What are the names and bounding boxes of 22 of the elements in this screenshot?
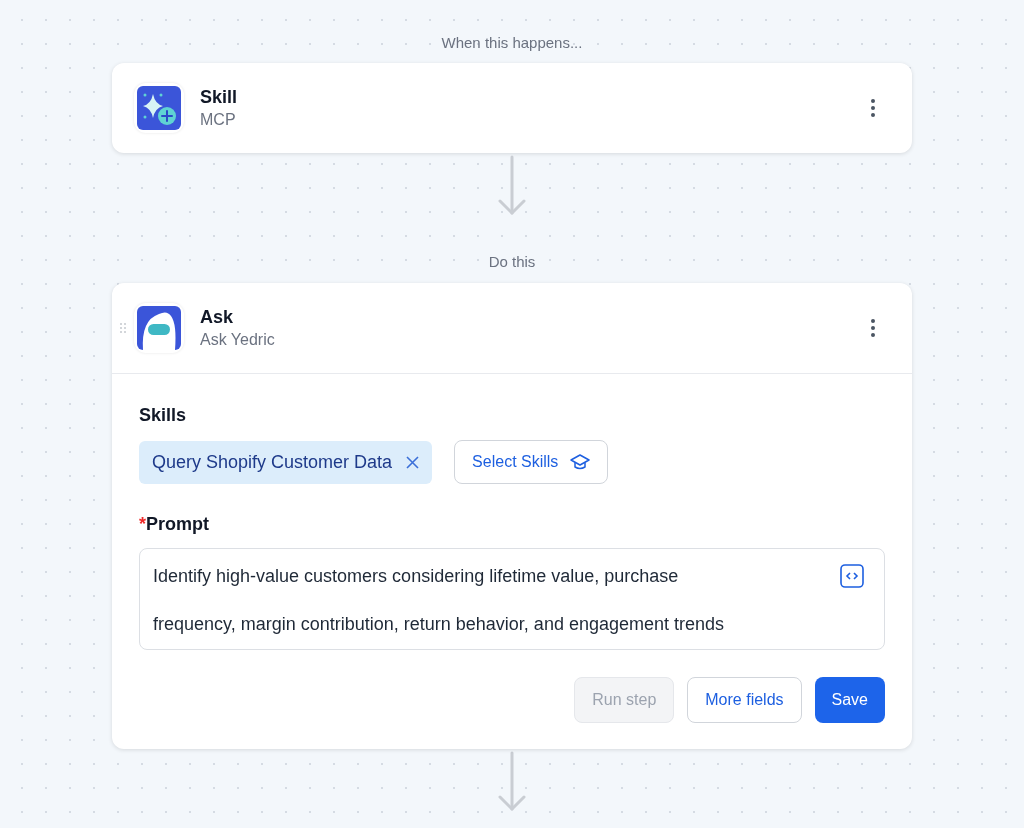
more-icon[interactable]	[870, 98, 876, 118]
step-subtitle: MCP	[200, 110, 237, 130]
arrow-icon	[497, 751, 527, 813]
step-title: Ask	[200, 306, 235, 329]
close-icon[interactable]	[406, 455, 420, 469]
graduation-cap-icon	[570, 453, 591, 471]
section-label: Do this	[488, 252, 536, 271]
save-button[interactable]: Save	[814, 677, 885, 723]
field-label: Skills	[139, 404, 188, 427]
code-icon[interactable]	[840, 564, 864, 588]
arrow-icon	[497, 155, 527, 217]
action-button[interactable]: More fields	[687, 677, 802, 723]
sparkle-plus-icon	[137, 86, 181, 130]
section-label: When this happens...	[441, 33, 583, 52]
prompt-field[interactable]: Identify high-value customers considering lifetime value, purchase frequency, margin contribution, return behavior, and engagement trends	[139, 548, 885, 650]
field-label: *Prompt	[139, 513, 210, 536]
step-subtitle: Ask Yedric	[200, 330, 276, 350]
drag-handle-icon[interactable]	[119, 322, 127, 334]
mascot-icon	[137, 306, 181, 350]
more-icon[interactable]	[870, 318, 876, 338]
select-skills-button[interactable]: Select Skills	[454, 440, 609, 484]
step-title: Skill	[200, 86, 239, 109]
